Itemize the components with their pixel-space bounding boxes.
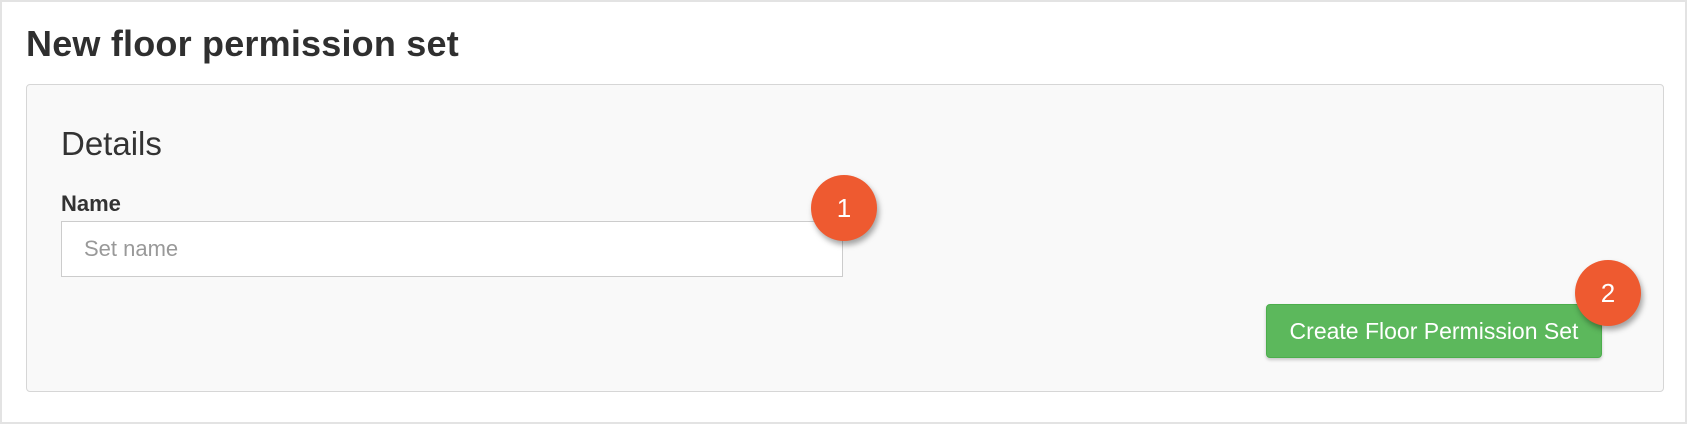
set-name-input[interactable] — [61, 221, 843, 277]
page-frame: New floor permission set Details Name Cr… — [0, 0, 1687, 424]
name-label: Name — [61, 191, 121, 216]
create-floor-permission-set-button[interactable]: Create Floor Permission Set — [1266, 304, 1602, 358]
page-title: New floor permission set — [26, 23, 459, 64]
callout-marker-2: 2 — [1575, 260, 1641, 326]
section-title: Details — [61, 125, 162, 162]
callout-marker-1: 1 — [811, 175, 877, 241]
